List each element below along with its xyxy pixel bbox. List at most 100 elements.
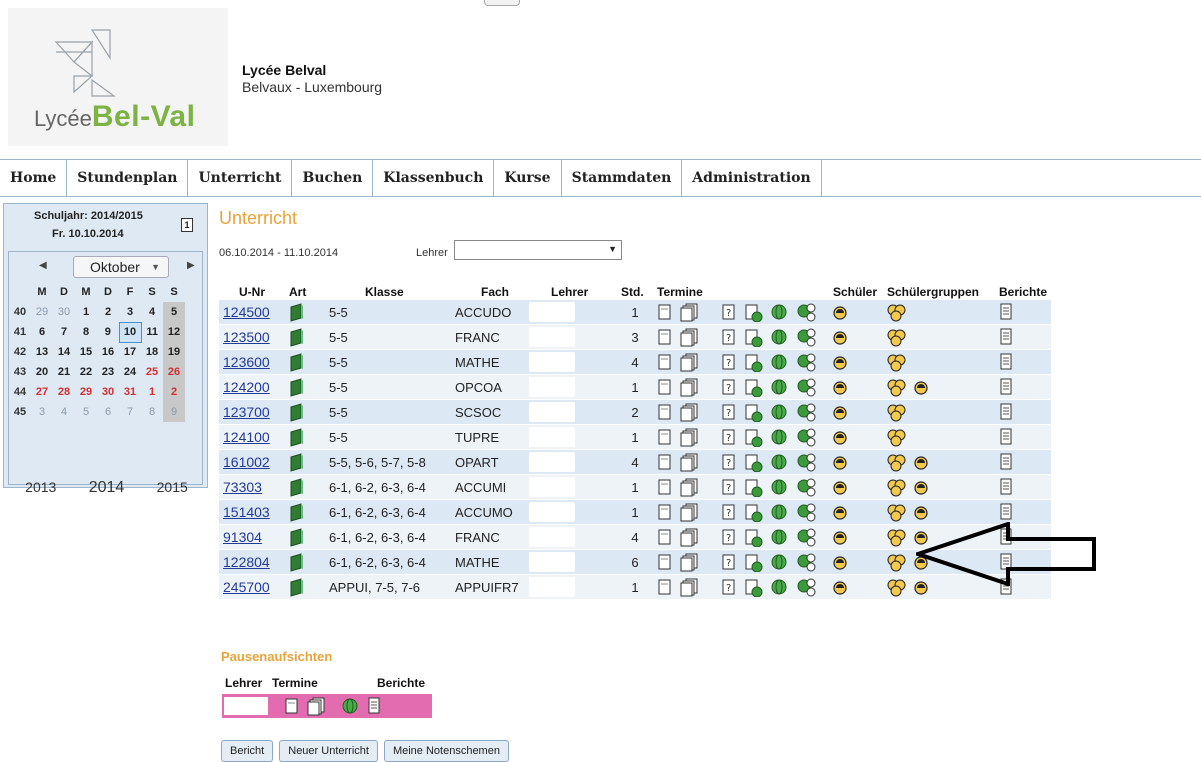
nav-buchen[interactable]: Buchen <box>292 160 374 196</box>
student-group-icon[interactable] <box>887 452 906 472</box>
student-icon[interactable] <box>914 379 929 396</box>
help-doc-icon[interactable]: ? <box>721 578 736 596</box>
page-icon[interactable] <box>657 478 672 496</box>
book-icon[interactable] <box>289 527 305 547</box>
globe-icon[interactable] <box>771 353 788 371</box>
page-icon[interactable] <box>657 503 672 521</box>
people-settings-icon[interactable] <box>796 452 817 473</box>
globe-icon[interactable] <box>342 697 359 716</box>
nav-stundenplan[interactable]: Stundenplan <box>67 160 189 196</box>
pages-icon[interactable] <box>680 403 699 422</box>
calendar-day[interactable]: 20 <box>31 362 53 382</box>
calendar-day[interactable]: 29 <box>31 302 53 322</box>
help-doc-icon[interactable]: ? <box>721 378 736 396</box>
people-settings-icon[interactable] <box>796 352 817 373</box>
book-icon[interactable] <box>289 502 305 522</box>
page-icon[interactable] <box>284 697 299 716</box>
book-icon[interactable] <box>289 302 305 322</box>
calendar-day[interactable]: 9 <box>163 402 185 422</box>
nav-kurse[interactable]: Kurse <box>494 160 562 196</box>
page-icon[interactable] <box>657 528 672 546</box>
people-settings-icon[interactable] <box>796 502 817 523</box>
globe-icon[interactable] <box>771 403 788 421</box>
book-icon[interactable] <box>289 477 305 497</box>
book-icon[interactable] <box>289 352 305 372</box>
calendar-day[interactable]: 11 <box>141 322 163 342</box>
student-icon[interactable] <box>833 554 848 571</box>
notenschemen-button[interactable]: Meine Notenschemen <box>383 740 509 762</box>
document-add-icon[interactable] <box>744 553 763 572</box>
unterricht-number-link[interactable]: 73303 <box>223 479 262 495</box>
pages-icon[interactable] <box>680 553 699 572</box>
unterricht-number-link[interactable]: 124100 <box>223 429 270 445</box>
pages-icon[interactable] <box>680 328 699 347</box>
help-doc-icon[interactable]: ? <box>721 503 736 521</box>
pages-icon[interactable] <box>680 453 699 472</box>
globe-icon[interactable] <box>771 528 788 546</box>
student-icon[interactable] <box>833 354 848 371</box>
calendar-day[interactable]: 5 <box>75 402 97 422</box>
student-icon[interactable] <box>914 454 929 471</box>
document-add-icon[interactable] <box>744 503 763 522</box>
unterricht-number-link[interactable]: 124500 <box>223 304 270 320</box>
calendar-day[interactable]: 15 <box>75 342 97 362</box>
student-group-icon[interactable] <box>887 327 906 347</box>
calendar-day[interactable]: 5 <box>163 302 185 322</box>
book-icon[interactable] <box>289 427 305 447</box>
document-add-icon[interactable] <box>744 453 763 472</box>
pages-icon[interactable] <box>680 378 699 397</box>
calendar-day[interactable]: 30 <box>53 302 75 322</box>
nav-klassenbuch[interactable]: Klassenbuch <box>373 160 495 196</box>
globe-icon[interactable] <box>771 378 788 396</box>
student-group-icon[interactable] <box>887 427 906 447</box>
calendar-day[interactable]: 17 <box>119 342 141 362</box>
unterricht-number-link[interactable]: 245700 <box>223 579 270 595</box>
calendar-day[interactable]: 21 <box>53 362 75 382</box>
pages-icon[interactable] <box>680 428 699 447</box>
pages-icon[interactable] <box>680 503 699 522</box>
help-doc-icon[interactable]: ? <box>721 553 736 571</box>
student-group-icon[interactable] <box>887 402 906 422</box>
people-settings-icon[interactable] <box>796 302 817 323</box>
student-icon[interactable] <box>914 504 929 521</box>
calendar-print-icon[interactable]: 1 <box>181 218 193 232</box>
month-select[interactable]: Oktober ▼ <box>73 256 169 278</box>
calendar-day[interactable]: 12 <box>163 322 185 342</box>
pages-icon[interactable] <box>680 353 699 372</box>
student-icon[interactable] <box>914 479 929 496</box>
globe-icon[interactable] <box>771 578 788 596</box>
globe-icon[interactable] <box>771 453 788 471</box>
year-prev[interactable]: 2013 <box>25 479 56 497</box>
calendar-day[interactable]: 3 <box>119 302 141 322</box>
people-settings-icon[interactable] <box>796 402 817 423</box>
people-settings-icon[interactable] <box>796 527 817 548</box>
document-add-icon[interactable] <box>744 378 763 397</box>
book-icon[interactable] <box>289 402 305 422</box>
people-settings-icon[interactable] <box>796 427 817 448</box>
calendar-day[interactable]: 2 <box>163 382 185 402</box>
help-doc-icon[interactable]: ? <box>721 428 736 446</box>
calendar-day[interactable]: 8 <box>75 322 97 342</box>
pages-icon[interactable] <box>680 528 699 547</box>
calendar-day[interactable]: 23 <box>97 362 119 382</box>
pages-icon[interactable] <box>307 697 326 716</box>
report-icon[interactable] <box>999 353 1013 371</box>
globe-icon[interactable] <box>771 553 788 571</box>
unterricht-number-link[interactable]: 122804 <box>223 554 270 570</box>
calendar-day[interactable]: 3 <box>31 402 53 422</box>
report-icon[interactable] <box>999 328 1013 346</box>
calendar-day[interactable]: 28 <box>53 382 75 402</box>
calendar-day[interactable]: 8 <box>141 402 163 422</box>
student-group-icon[interactable] <box>887 552 906 572</box>
calendar-day[interactable]: 2 <box>97 302 119 322</box>
unterricht-number-link[interactable]: 151403 <box>223 504 270 520</box>
student-group-icon[interactable] <box>887 477 906 497</box>
student-icon[interactable] <box>833 404 848 421</box>
help-doc-icon[interactable]: ? <box>721 453 736 471</box>
student-group-icon[interactable] <box>887 377 906 397</box>
people-settings-icon[interactable] <box>796 327 817 348</box>
book-icon[interactable] <box>289 552 305 572</box>
student-icon[interactable] <box>833 454 848 471</box>
report-icon[interactable] <box>999 378 1013 396</box>
people-settings-icon[interactable] <box>796 552 817 573</box>
